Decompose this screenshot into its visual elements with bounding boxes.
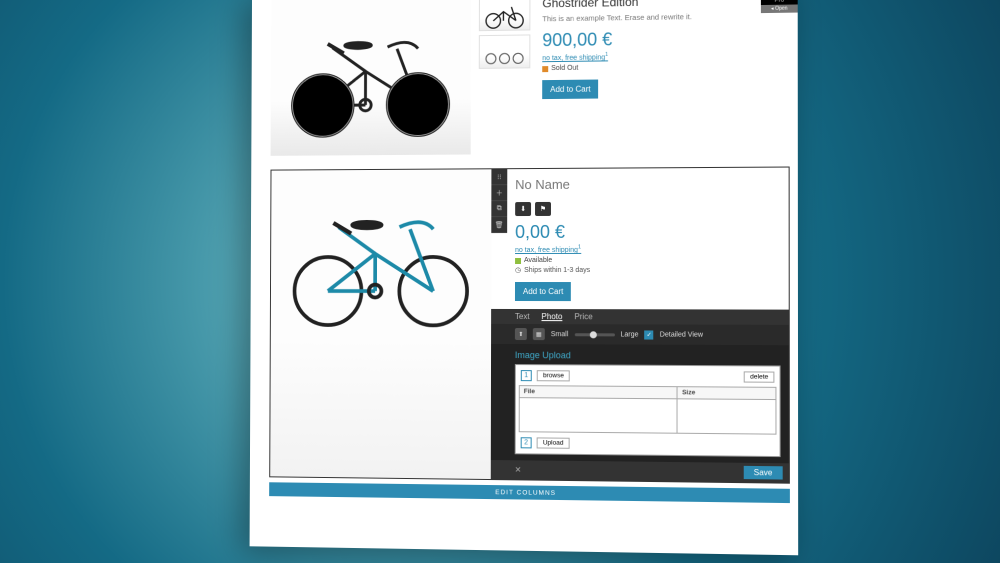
tag-icon[interactable]: ⚑ xyxy=(535,202,551,216)
editor-availability: Available xyxy=(515,257,780,264)
download-icon[interactable]: ⬇ xyxy=(515,202,531,216)
detailed-view-label: Detailed View xyxy=(660,331,703,338)
size-bar: ⬆ ▦ Small Large ✓ Detailed View xyxy=(491,324,789,345)
product-title: Ghostrider Edition xyxy=(542,0,783,10)
product-main-image[interactable] xyxy=(271,0,471,156)
slider-knob[interactable] xyxy=(589,331,596,338)
grid-icon[interactable]: ▦ xyxy=(533,328,545,340)
bikes-icon xyxy=(480,35,530,67)
product-edit-image[interactable] xyxy=(270,169,491,479)
thumbnail[interactable] xyxy=(479,0,531,31)
detailed-view-checkbox[interactable]: ✓ xyxy=(645,330,654,339)
product-top-block: Ghostrider Edition This is an example Te… xyxy=(251,0,798,164)
copy-icon[interactable]: ⧉ xyxy=(491,201,507,217)
tab-text[interactable]: Text xyxy=(515,312,530,321)
upload-icon[interactable]: ⬆ xyxy=(515,328,527,340)
col-size: Size xyxy=(678,387,776,400)
delete-button[interactable]: delete xyxy=(744,372,774,383)
browse-button[interactable]: browse xyxy=(537,371,570,382)
tax-shipping-link[interactable]: no tax, free shipping1 xyxy=(542,54,608,62)
product-info: Ghostrider Edition This is an example Te… xyxy=(538,0,790,154)
upload-heading: Image Upload xyxy=(515,350,781,361)
page-canvas: Jimdo Pro ◂ Open xyxy=(250,0,799,555)
clock-icon: ◷ xyxy=(515,266,521,274)
size-slider[interactable] xyxy=(574,333,614,336)
image-upload-panel: Image Upload 1 browse delete File Size xyxy=(491,344,789,463)
thumbnail[interactable] xyxy=(479,34,531,68)
save-button[interactable]: Save xyxy=(743,466,782,480)
jimdo-open[interactable]: ◂ Open xyxy=(761,4,798,13)
step-badge-2: 2 xyxy=(521,438,532,449)
step-badge-1: 1 xyxy=(521,370,532,381)
editor-price: 0,00 € xyxy=(515,221,780,243)
upload-step-1: 1 browse delete xyxy=(519,368,777,385)
editor-footer: ✕ Save xyxy=(491,460,789,483)
tab-photo[interactable]: Photo xyxy=(541,312,562,321)
bike-icon xyxy=(276,174,487,344)
file-table: File Size xyxy=(519,385,777,435)
trash-icon[interactable]: 🗑 xyxy=(491,217,507,233)
tab-price[interactable]: Price xyxy=(574,312,592,321)
plus-icon[interactable]: ＋ xyxy=(491,185,507,201)
close-icon[interactable]: ✕ xyxy=(515,466,522,475)
upload-step-2: 2 Upload xyxy=(519,436,777,454)
thumbnail-column xyxy=(479,0,531,154)
bike-icon xyxy=(480,0,530,30)
product-description: This is an example Text. Erase and rewri… xyxy=(542,11,783,24)
bike-icon xyxy=(275,1,466,151)
drag-handle-icon[interactable]: ⁝⁝ xyxy=(491,169,507,185)
table-row xyxy=(519,398,776,435)
editor-icon-row: ⬇ ⚑ xyxy=(515,201,780,216)
stock-status: Sold Out xyxy=(542,62,783,72)
editor-product-info: No Name ⬇ ⚑ 0,00 € no tax, free shipping… xyxy=(491,168,789,310)
size-large-label: Large xyxy=(620,331,638,338)
editor-tax-link[interactable]: no tax, free shipping1 xyxy=(515,247,581,254)
editor-ship-time: ◷ Ships within 1-3 days xyxy=(515,266,780,274)
editor-product-title: No Name xyxy=(515,176,780,192)
upload-button[interactable]: Upload xyxy=(537,438,570,449)
editor-tool-column: ⁝⁝ ＋ ⧉ 🗑 xyxy=(491,169,507,233)
product-editor-panel: ⁝⁝ ＋ ⧉ 🗑 No Name ⬇ ⚑ 0,00 € no tax, free… xyxy=(491,168,789,483)
editor-add-to-cart-button[interactable]: Add to Cart xyxy=(515,282,571,301)
jimdo-badge[interactable]: Jimdo Pro ◂ Open xyxy=(761,0,798,13)
add-to-cart-button[interactable]: Add to Cart xyxy=(542,80,598,100)
size-small-label: Small xyxy=(551,331,569,338)
stock-dot-icon xyxy=(542,66,548,72)
available-dot-icon xyxy=(515,258,521,264)
product-editor-block: ⁝⁝ ＋ ⧉ 🗑 No Name ⬇ ⚑ 0,00 € no tax, free… xyxy=(269,167,790,485)
edit-columns-bar[interactable]: EDIT COLUMNS xyxy=(269,483,790,504)
product-price: 900,00 € xyxy=(542,27,783,51)
editor-tabs: Text Photo Price xyxy=(491,309,789,325)
upload-box: 1 browse delete File Size xyxy=(515,364,781,457)
jimdo-tier: Pro xyxy=(761,0,798,4)
